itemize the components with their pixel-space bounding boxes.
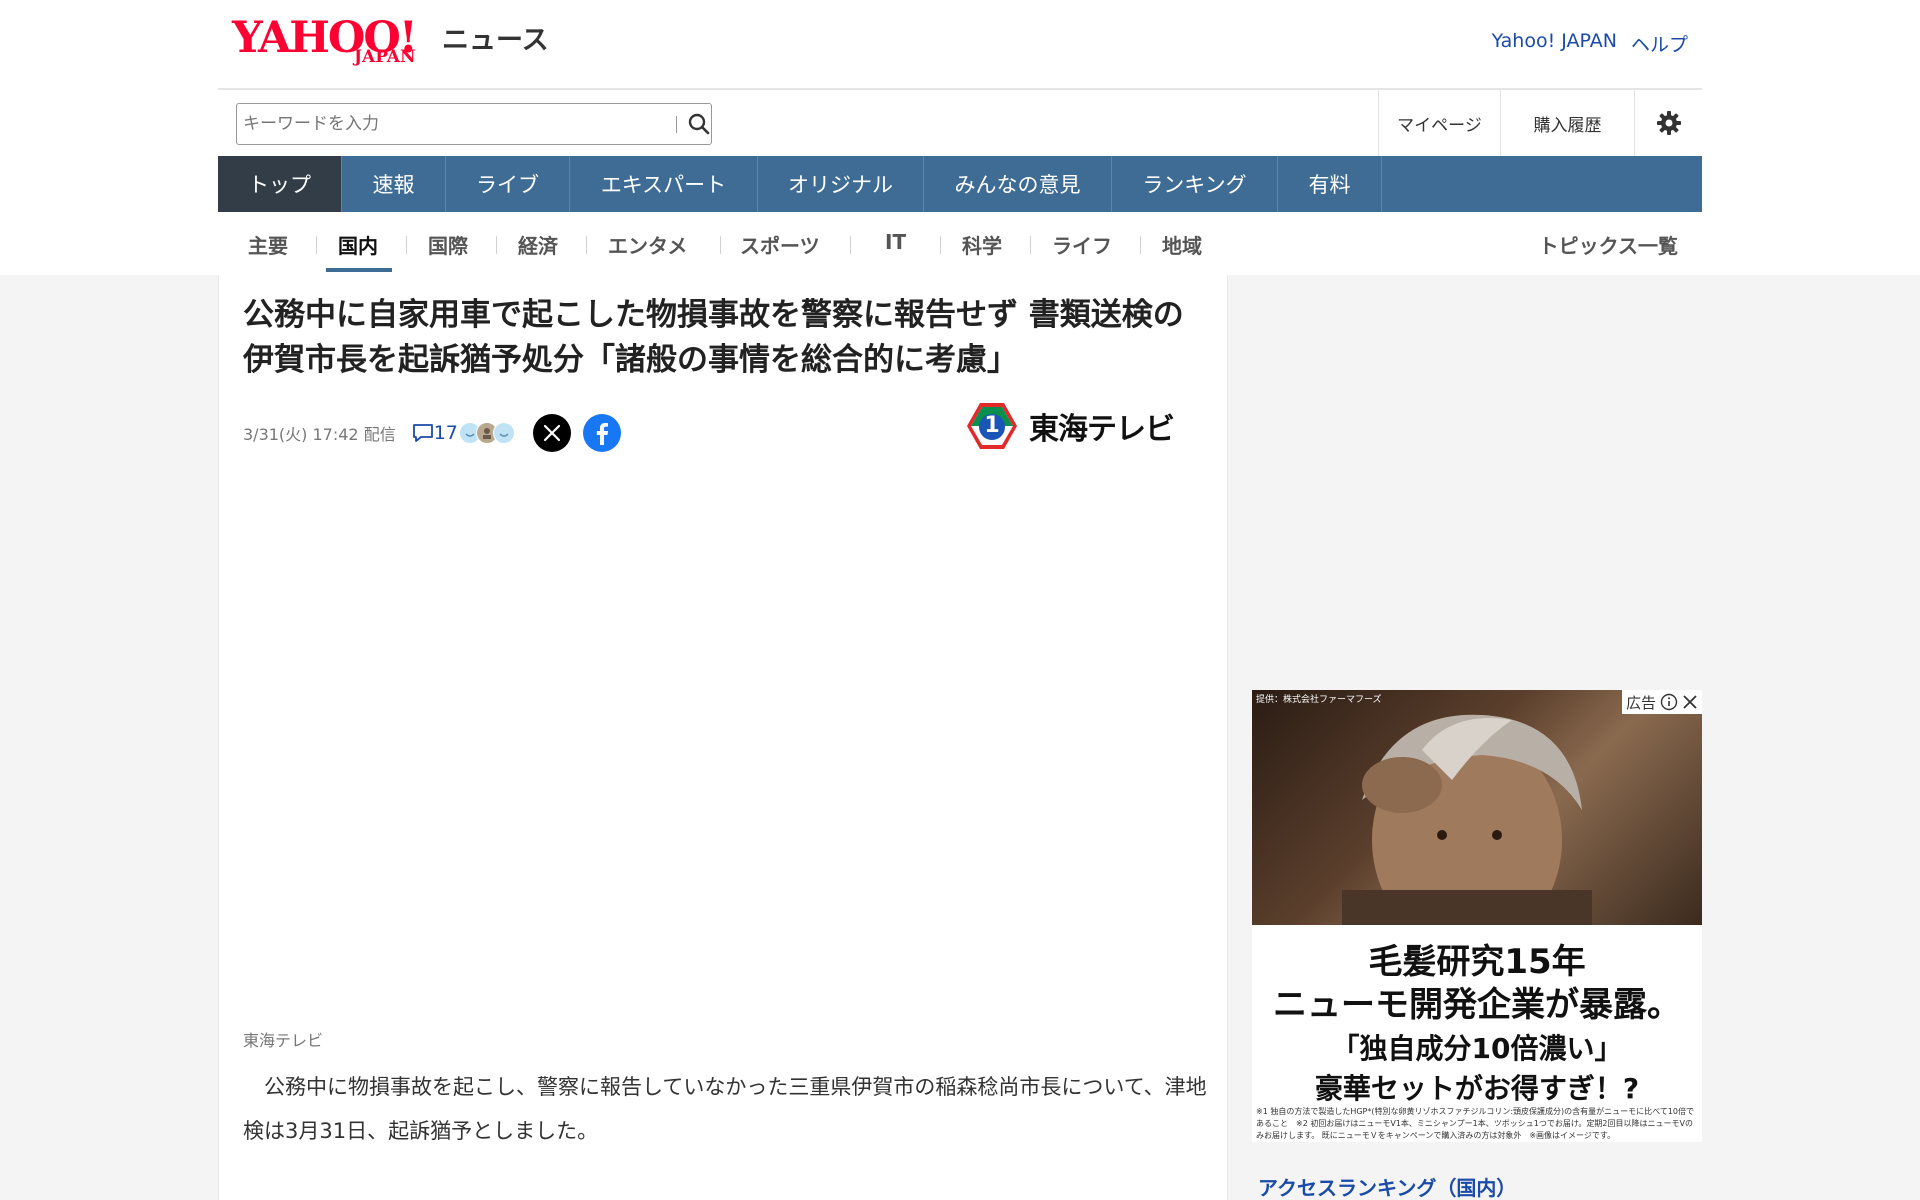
comment-icon (412, 424, 433, 442)
ad-label: 広告 (1621, 690, 1702, 714)
search-button[interactable] (685, 109, 713, 139)
category-separator (1140, 236, 1141, 254)
article-body: 公務中に物損事故を起こし、警察に報告していなかった三重県伊賀市の稲森稔尚市長につ… (243, 1075, 1207, 1143)
category-it[interactable]: IT (885, 230, 906, 254)
ad-headline-2: ニューモ開発企業が暴露。 (1273, 985, 1681, 1025)
commenter-avatars (458, 422, 515, 444)
purchase-history-link[interactable]: 購入履歴 (1500, 90, 1634, 156)
ad-image: 提供：株式会社ファーマフーズ 広告 (1252, 690, 1702, 950)
advertisement[interactable]: 提供：株式会社ファーマフーズ 広告 毛髪研究15年 ニューモ開発企業が暴露。 「… (1252, 690, 1702, 1142)
article-meta: 3/31(火) 17:42 配信 17 (243, 413, 621, 453)
category-separator (850, 236, 851, 254)
ad-provider: 提供：株式会社ファーマフーズ (1256, 695, 1382, 705)
category-nav: 主要 国内 国際 経済 エンタメ スポーツ IT 科学 ライフ 地域 トピックス… (218, 212, 1702, 275)
category-separator (586, 236, 587, 254)
page: YAHOO! JAPAN ニュース Yahoo! JAPAN ヘルプ マイページ… (218, 0, 1702, 1200)
topics-list-link[interactable]: トピックス一覧 (1539, 230, 1678, 259)
search-input[interactable] (243, 104, 643, 144)
media-name: 東海テレビ (1029, 412, 1175, 447)
tab-breaking[interactable]: 速報 (342, 156, 446, 212)
comment-count: 17 (433, 422, 458, 444)
search-icon (688, 113, 710, 135)
ad-photo-illustration (1342, 714, 1592, 950)
category-domestic[interactable]: 国内 (338, 230, 378, 259)
article-source: 東海テレビ (243, 1031, 324, 1050)
mypage-link[interactable]: マイページ (1378, 90, 1500, 156)
publish-date: 3/31(火) 17:42 配信 (243, 425, 396, 444)
category-separator (720, 236, 721, 254)
comment-link[interactable]: 17 (412, 422, 458, 444)
article-headline: 公務中に自家用車で起こした物損事故を警察に報告せず 書類送検の伊賀市長を起訴猶予… (243, 297, 1184, 378)
category-science[interactable]: 科学 (962, 230, 1002, 259)
tab-original[interactable]: オリジナル (758, 156, 924, 212)
tab-ranking[interactable]: ランキング (1112, 156, 1278, 212)
ad-headline-3: 「独自成分10倍濃い」 (1331, 1032, 1623, 1065)
share-x-button[interactable] (532, 414, 571, 452)
media-badge-number: 1 (984, 413, 1000, 438)
header-links: Yahoo! JAPAN ヘルプ (1492, 30, 1688, 57)
yahoo-japan-link[interactable]: Yahoo! JAPAN (1492, 30, 1617, 57)
category-separator (496, 236, 497, 254)
main-nav: トップ 速報 ライブ エキスパート オリジナル みんなの意見 ランキング 有料 (218, 156, 1702, 212)
tab-opinions[interactable]: みんなの意見 (924, 156, 1112, 212)
yahoo-news-logo[interactable]: YAHOO! JAPAN ニュース (232, 14, 549, 72)
category-separator (406, 236, 407, 254)
logo-japan-text: JAPAN (354, 47, 416, 67)
category-sports[interactable]: スポーツ (740, 230, 820, 259)
ad-label-text: 広告 (1625, 693, 1656, 712)
category-main[interactable]: 主要 (248, 230, 288, 259)
info-icon[interactable] (1660, 693, 1678, 711)
ad-headline-4: 豪華セットがお得すぎ！? (1314, 1072, 1640, 1105)
settings-button[interactable] (1634, 90, 1702, 156)
yahoo-japan-logo-mark: YAHOO! JAPAN (232, 14, 438, 72)
ad-headline-1: 毛髪研究15年 (1368, 942, 1586, 982)
category-economy[interactable]: 経済 (518, 230, 558, 259)
tab-live[interactable]: ライブ (446, 156, 570, 212)
share-facebook-button[interactable] (582, 414, 621, 452)
help-link[interactable]: ヘルプ (1631, 30, 1688, 57)
search-divider (676, 116, 677, 133)
category-life[interactable]: ライフ (1052, 230, 1112, 259)
search-box (236, 103, 712, 145)
article: 公務中に自家用車で起こした物損事故を警察に報告せず 書類送検の伊賀市長を起訴猶予… (218, 275, 1228, 1200)
avatar-smile-icon (492, 422, 515, 444)
gear-icon (1656, 111, 1681, 135)
category-separator (940, 236, 941, 254)
x-logo-icon (543, 424, 560, 442)
category-separator (1030, 236, 1031, 254)
tab-expert[interactable]: エキスパート (570, 156, 758, 212)
active-category-underline (326, 268, 392, 272)
category-separator (316, 236, 317, 254)
ad-fine-print: ※1 独自の方法で製造したHGP*(特別な卵黄リゾホスファチジルコリン:頭皮保護… (1256, 1107, 1695, 1140)
access-ranking-title[interactable]: アクセスランキング（国内） (1258, 1172, 1516, 1200)
category-entertainment[interactable]: エンタメ (608, 230, 687, 259)
category-world[interactable]: 国際 (428, 230, 468, 259)
tab-top[interactable]: トップ (218, 156, 342, 212)
utility-bar: マイページ 購入履歴 (218, 88, 1702, 156)
facebook-logo-icon (596, 423, 608, 445)
service-name: ニュース (442, 25, 549, 56)
tab-paid[interactable]: 有料 (1278, 156, 1382, 212)
media-logo[interactable]: 1 東海テレビ (961, 399, 1175, 453)
close-icon[interactable] (1682, 694, 1698, 710)
utility-links: マイページ 購入履歴 (1378, 90, 1702, 156)
category-local[interactable]: 地域 (1162, 230, 1202, 259)
